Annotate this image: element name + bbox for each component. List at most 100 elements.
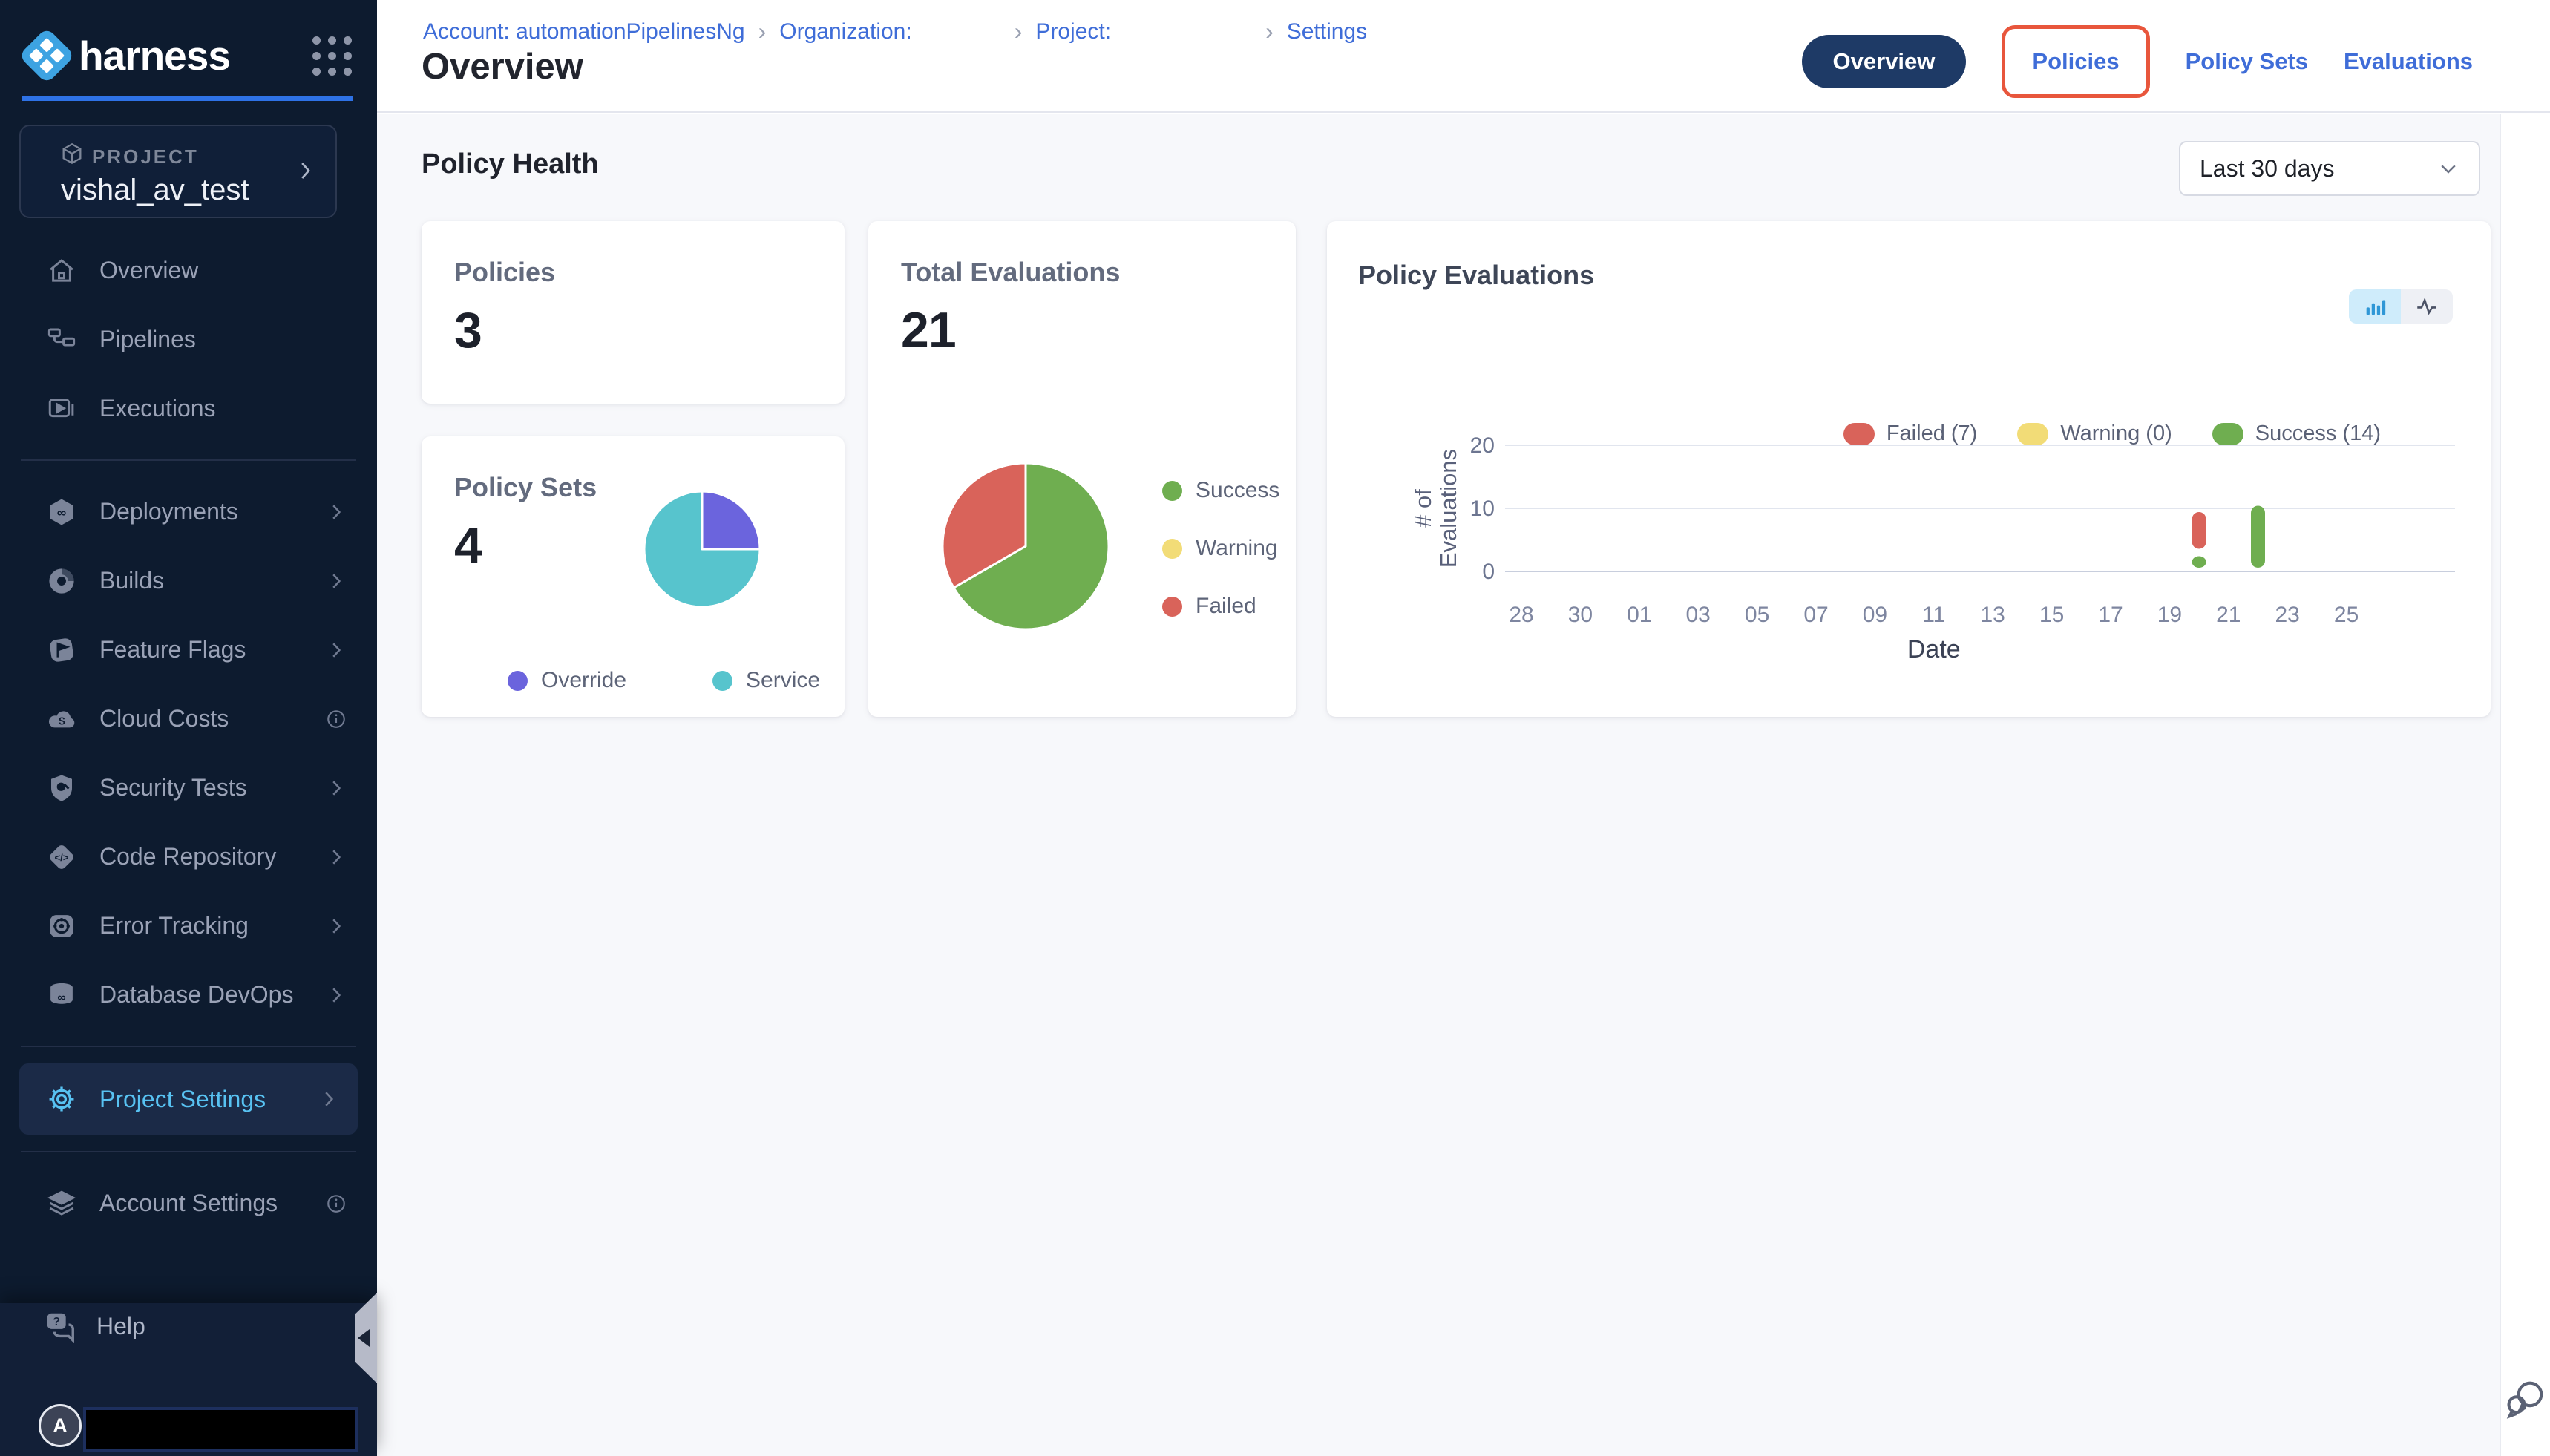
date-range-select[interactable]: Last 30 days bbox=[2179, 141, 2480, 196]
breadcrumb: Account: automationPipelinesNg › Organizat… bbox=[423, 18, 1367, 45]
chevron-right-icon bbox=[318, 1088, 340, 1110]
sidebar-item-label: Cloud Costs bbox=[99, 705, 229, 732]
chevron-down-icon bbox=[2437, 157, 2459, 180]
sidebar-item-feature-flags[interactable]: Feature Flags bbox=[0, 615, 377, 684]
sidebar-nav: Overview Pipelines Executions ∞ Deployments B… bbox=[0, 236, 377, 1238]
card-title: Policy Sets bbox=[454, 472, 597, 503]
main-content: Policy Health Last 30 days Policies 3 Po… bbox=[377, 114, 2500, 1456]
project-selector[interactable]: PROJECT vishal_av_test bbox=[19, 125, 337, 218]
harness-logo-icon bbox=[19, 27, 75, 84]
y-tick-label: 20 bbox=[1470, 433, 1495, 458]
legend-item-warning[interactable]: Warning bbox=[1162, 536, 1279, 561]
section-title: Policy Health bbox=[422, 148, 599, 180]
breadcrumb-link[interactable]: Account: automationPipelinesNg bbox=[423, 19, 745, 45]
chevron-right-icon bbox=[325, 984, 347, 1006]
help-button[interactable]: ? Help bbox=[43, 1309, 145, 1343]
sidebar-item-label: Deployments bbox=[99, 498, 238, 525]
policy-evaluations-card: Policy Evaluations Failed (7)Warning (0)… bbox=[1327, 221, 2491, 717]
y-tick-label: 0 bbox=[1482, 560, 1495, 584]
sidebar-item-deployments[interactable]: ∞ Deployments bbox=[0, 477, 377, 546]
feature-flags-icon bbox=[46, 634, 77, 666]
x-axis-title: Date bbox=[1907, 635, 1961, 663]
sidebar-item-pipelines[interactable]: Pipelines bbox=[0, 305, 377, 374]
sidebar-item-label: Security Tests bbox=[99, 774, 247, 801]
sidebar-footer: ? Help A bbox=[0, 1303, 377, 1456]
x-tick-label: 21 bbox=[2216, 603, 2241, 627]
sidebar-item-cloud-costs[interactable]: $ Cloud Costs bbox=[0, 684, 377, 753]
tab-evaluations[interactable]: Evaluations bbox=[2344, 48, 2473, 75]
sidebar-item-executions[interactable]: Executions bbox=[0, 374, 377, 443]
user-name-redacted[interactable] bbox=[83, 1407, 358, 1452]
policy-sets-card: Policy Sets 4 OverrideService bbox=[422, 436, 845, 717]
legend-item-success[interactable]: Success bbox=[1162, 478, 1279, 503]
policies-count: 3 bbox=[454, 301, 482, 359]
sidebar-item-label: Overview bbox=[99, 257, 198, 284]
error-tracking-icon bbox=[46, 911, 77, 942]
sidebar-item-security-tests[interactable]: Security Tests bbox=[0, 753, 377, 822]
bar-segment-success-day-20 bbox=[2192, 557, 2206, 568]
executions-icon bbox=[46, 393, 77, 424]
chevron-right-icon bbox=[325, 846, 347, 868]
legend-dot-icon bbox=[1162, 481, 1182, 501]
support-chat-icon[interactable] bbox=[2504, 1377, 2547, 1420]
policy-sets-legend: Override Service bbox=[508, 668, 820, 693]
project-name: vishal_av_test bbox=[61, 174, 249, 207]
code-repository-icon: </> bbox=[46, 842, 77, 873]
security-tests-icon bbox=[46, 773, 77, 804]
x-tick-label: 15 bbox=[2039, 603, 2064, 627]
date-range-value: Last 30 days bbox=[2200, 155, 2334, 183]
app-grid-icon[interactable] bbox=[312, 36, 352, 76]
breadcrumb-link[interactable]: Project: bbox=[1035, 19, 1111, 45]
tab-policy-sets[interactable]: Policy Sets bbox=[2186, 48, 2308, 75]
gear-icon bbox=[46, 1083, 77, 1115]
sidebar-item-label: Builds bbox=[99, 567, 164, 594]
sidebar-item-error-tracking[interactable]: Error Tracking bbox=[0, 891, 377, 960]
sidebar-item-label: Executions bbox=[99, 395, 216, 422]
x-tick-label: 19 bbox=[2157, 603, 2182, 627]
tab-policies[interactable]: Policies bbox=[2002, 25, 2149, 98]
breadcrumb-link[interactable]: Settings bbox=[1287, 19, 1367, 45]
sidebar-item-project-settings[interactable]: Project Settings bbox=[19, 1063, 358, 1135]
x-tick-label: 09 bbox=[1863, 603, 1887, 627]
sidebar: harness PROJECT vishal_av_test Overview P… bbox=[0, 0, 377, 1456]
x-tick-label: 13 bbox=[1981, 603, 2005, 627]
legend-item-failed[interactable]: Failed bbox=[1162, 594, 1279, 619]
sidebar-item-overview[interactable]: Overview bbox=[0, 236, 377, 305]
legend-label: Failed bbox=[1196, 594, 1256, 619]
x-tick-label: 03 bbox=[1686, 603, 1711, 627]
help-chat-icon: ? bbox=[43, 1309, 77, 1343]
legend-dot-icon bbox=[712, 671, 732, 691]
svg-text:∞: ∞ bbox=[57, 991, 65, 1004]
sidebar-logo-row: harness bbox=[27, 31, 352, 80]
chevron-right-icon bbox=[325, 915, 347, 937]
evaluations-legend: Success Warning Failed bbox=[1162, 478, 1279, 619]
sidebar-item-label: Code Repository bbox=[99, 843, 276, 870]
svg-text:?: ? bbox=[53, 1316, 60, 1328]
policy-evaluations-bar-chart: 01020283001030507091113151719212325Date#… bbox=[1327, 221, 2491, 717]
help-label: Help bbox=[96, 1313, 145, 1340]
chevron-left-icon bbox=[358, 1329, 370, 1347]
cloud-costs-icon: $ bbox=[46, 704, 77, 735]
sidebar-item-code-repository[interactable]: </> Code Repository bbox=[0, 822, 377, 891]
legend-label: Override bbox=[541, 668, 626, 693]
legend-label: Success bbox=[1196, 478, 1279, 503]
x-tick-label: 05 bbox=[1745, 603, 1769, 627]
legend-label: Service bbox=[746, 668, 820, 693]
sidebar-item-builds[interactable]: Builds bbox=[0, 546, 377, 615]
x-tick-label: 28 bbox=[1509, 603, 1533, 627]
sidebar-item-account-settings[interactable]: Account Settings bbox=[0, 1169, 377, 1238]
breadcrumb-separator-icon: › bbox=[1265, 18, 1274, 45]
breadcrumb-link[interactable]: Organization: bbox=[779, 19, 911, 45]
tab-overview[interactable]: Overview bbox=[1802, 35, 1967, 88]
chevron-right-icon bbox=[325, 570, 347, 592]
policy-sets-pie-chart bbox=[641, 488, 763, 610]
total-evaluations-count: 21 bbox=[901, 301, 956, 359]
sidebar-item-database-devops[interactable]: ∞ Database DevOps bbox=[0, 960, 377, 1029]
legend-item-override[interactable]: Override bbox=[508, 668, 626, 693]
cube-icon bbox=[59, 141, 85, 166]
avatar[interactable]: A bbox=[39, 1404, 82, 1447]
legend-item-service[interactable]: Service bbox=[712, 668, 820, 693]
sidebar-item-label: Database DevOps bbox=[99, 981, 293, 1009]
x-tick-label: 01 bbox=[1627, 603, 1651, 627]
svg-text:∞: ∞ bbox=[57, 505, 66, 519]
